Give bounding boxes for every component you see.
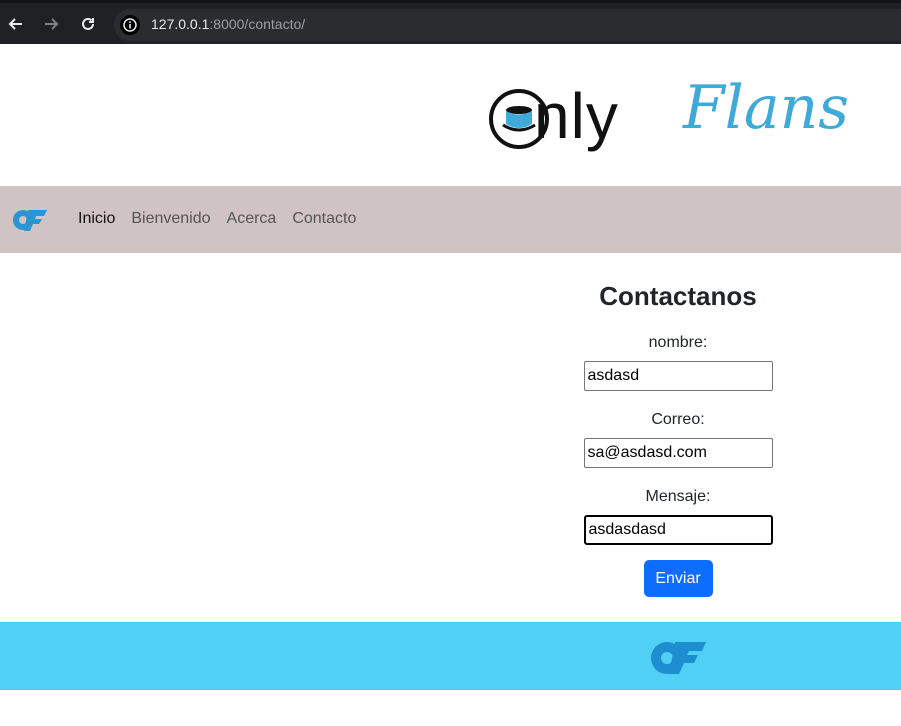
logo-text-flans: Flans (683, 73, 850, 143)
nav-links: Inicio Bienvenido Acerca Contacto (78, 210, 372, 228)
url-text: 127.0.0.1:8000/contacto/ (151, 16, 305, 32)
browser-toolbar: 127.0.0.1:8000/contacto/ (0, 0, 901, 44)
logo-text-only: nly (534, 80, 619, 152)
site-info-icon[interactable] (120, 15, 140, 35)
onlyflans-logo: nly Flans (488, 73, 878, 170)
nombre-input[interactable] (583, 361, 773, 391)
page-bottom (0, 690, 901, 726)
nav-link-acerca[interactable]: Acerca (227, 210, 277, 228)
forward-arrow-icon[interactable] (41, 14, 61, 34)
nav-link-bienvenido[interactable]: Bienvenido (131, 210, 210, 228)
mensaje-label: Mensaje: (645, 488, 711, 505)
correo-label: Correo: (651, 411, 705, 428)
nav-link-inicio[interactable]: Inicio (78, 210, 115, 228)
correo-input[interactable] (583, 438, 773, 468)
footer (0, 622, 901, 690)
back-arrow-icon[interactable] (6, 14, 26, 34)
footer-brand-icon (651, 642, 706, 674)
navbar: Inicio Bienvenido Acerca Contacto (0, 186, 901, 253)
address-bar[interactable]: 127.0.0.1:8000/contacto/ (114, 9, 901, 41)
brand-logo-icon[interactable] (12, 205, 48, 233)
nav-link-contacto[interactable]: Contacto (292, 210, 356, 228)
nombre-label: nombre: (648, 334, 708, 351)
enviar-button[interactable]: Enviar (643, 560, 713, 597)
url-path: :8000/contacto/ (209, 16, 306, 32)
main-content: Contactanos nombre: Correo: Mensaje: Env… (0, 253, 901, 622)
mensaje-input[interactable] (583, 515, 773, 545)
reload-icon[interactable] (78, 14, 98, 34)
url-host: 127.0.0.1 (151, 16, 210, 32)
header-logo-area: nly Flans (0, 44, 901, 186)
contact-form: Contactanos nombre: Correo: Mensaje: Env… (566, 253, 790, 597)
form-title: Contactanos (599, 281, 757, 311)
